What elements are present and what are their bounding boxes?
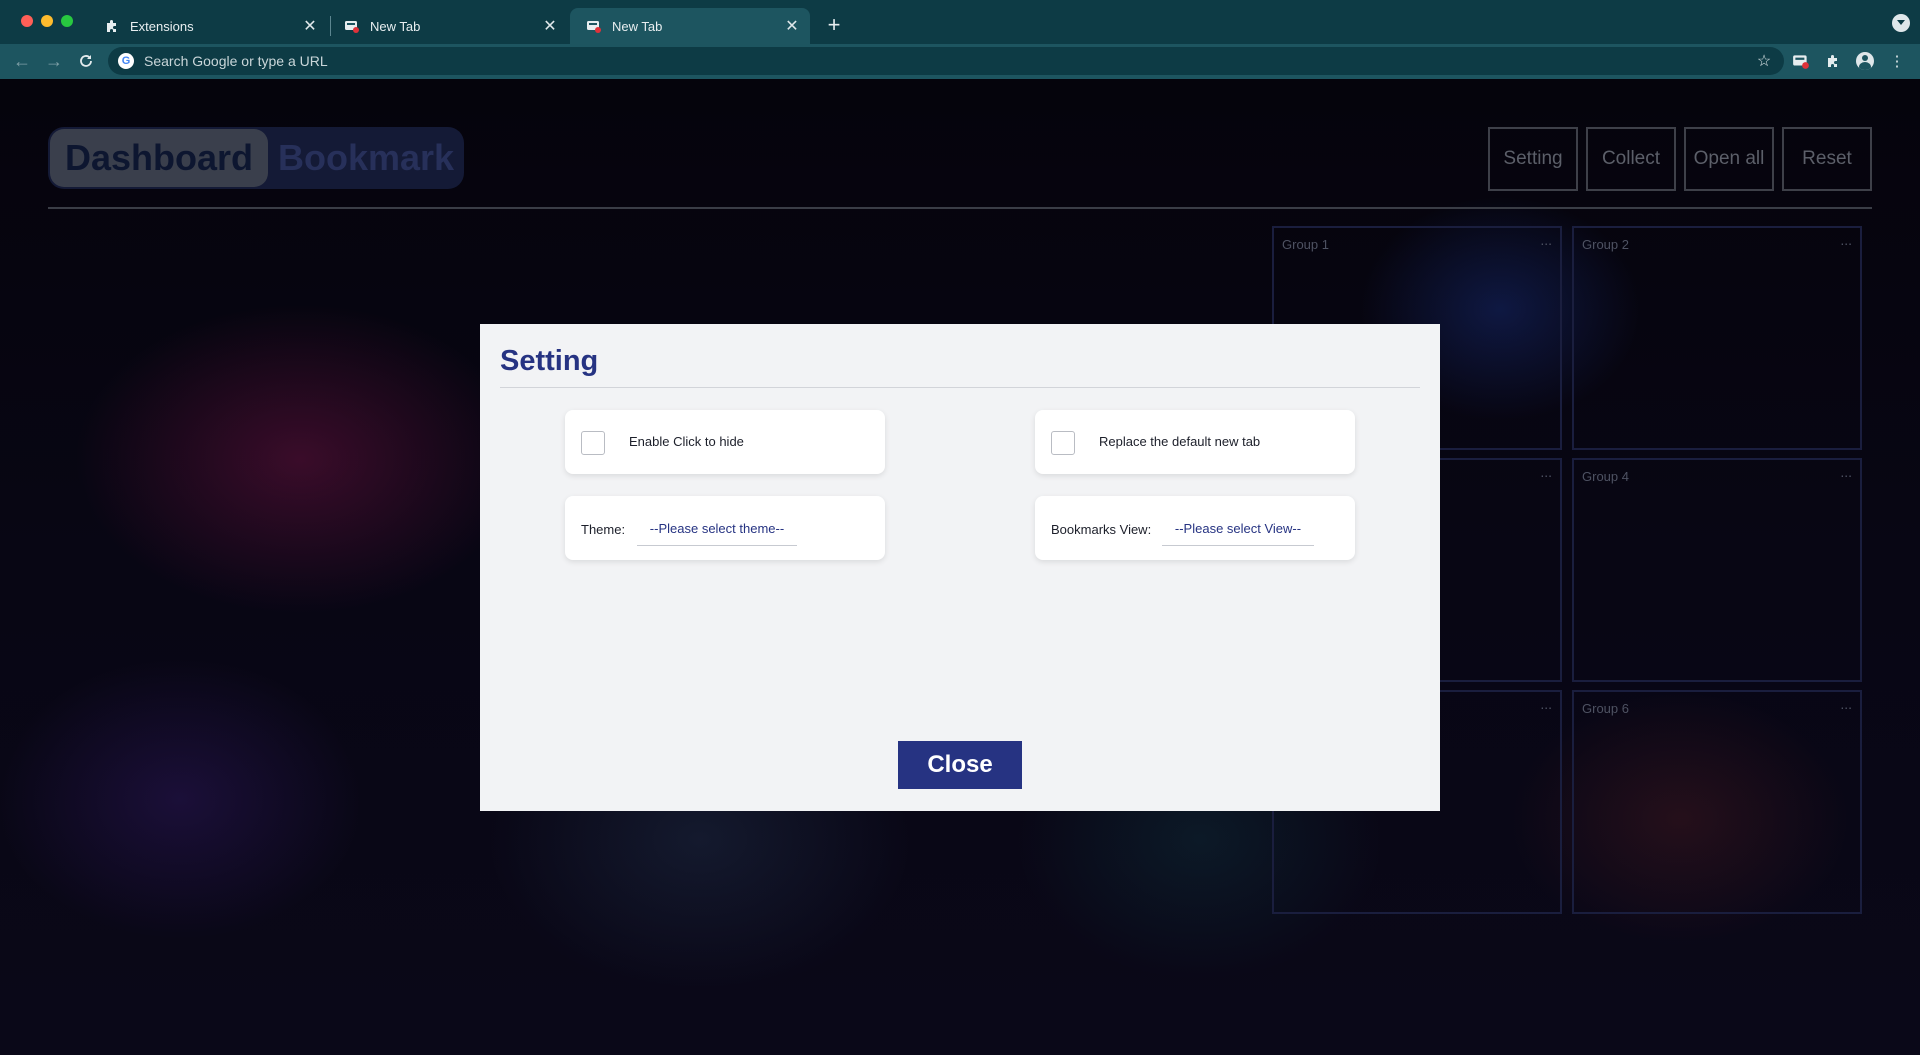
puzzle-icon xyxy=(104,18,120,34)
tab-new-tab[interactable]: New Tab ✕ xyxy=(328,8,568,44)
browser-toolbar: ← → G ☆ ⋮ xyxy=(0,44,1920,79)
address-bar[interactable]: G ☆ xyxy=(108,47,1784,75)
group-more-icon[interactable]: ... xyxy=(1840,232,1852,248)
star-icon[interactable]: ☆ xyxy=(1752,49,1776,73)
dashboard-tab[interactable]: Dashboard xyxy=(50,129,268,187)
group-title: Group 6 xyxy=(1582,701,1629,716)
tab-close-icon[interactable]: ✕ xyxy=(540,16,560,36)
tab-close-icon[interactable]: ✕ xyxy=(300,16,320,36)
menu-icon[interactable]: ⋮ xyxy=(1887,51,1907,71)
group-more-icon[interactable]: ... xyxy=(1540,232,1552,248)
new-tab-button[interactable]: + xyxy=(820,12,848,40)
collect-button[interactable]: Collect xyxy=(1586,127,1676,191)
reset-button[interactable]: Reset xyxy=(1782,127,1872,191)
extension-icon[interactable] xyxy=(1791,51,1811,71)
extension-favicon-icon xyxy=(344,18,360,34)
tab-title: Extensions xyxy=(130,18,194,34)
group-more-icon[interactable]: ... xyxy=(1540,464,1552,480)
reload-icon[interactable] xyxy=(72,47,100,75)
profile-icon[interactable] xyxy=(1855,51,1875,71)
group-card[interactable]: Group 4 ... xyxy=(1572,458,1862,682)
replace-new-tab-card: Replace the default new tab xyxy=(1035,410,1355,474)
back-icon[interactable]: ← xyxy=(8,47,36,75)
theme-label: Theme: xyxy=(581,522,626,537)
theme-card: Theme: --Please select theme-- xyxy=(565,496,885,560)
modal-title: Setting xyxy=(500,345,599,377)
tab-title: New Tab xyxy=(612,18,663,34)
puzzle-icon[interactable] xyxy=(1823,51,1843,71)
setting-modal: Setting Enable Click to hide Replace the… xyxy=(480,324,1440,811)
address-input[interactable] xyxy=(144,53,1752,69)
close-button[interactable]: Close xyxy=(898,741,1022,789)
browser-title-bar: Extensions ✕ New Tab ✕ New Tab ✕ + xyxy=(0,0,1920,44)
header-divider xyxy=(48,207,1872,209)
close-window-button[interactable] xyxy=(21,15,33,27)
modal-divider xyxy=(500,387,1420,388)
forward-icon[interactable]: → xyxy=(40,47,68,75)
group-card[interactable]: Group 2 ... xyxy=(1572,226,1862,450)
maximize-window-button[interactable] xyxy=(61,15,73,27)
replace-new-tab-checkbox[interactable] xyxy=(1051,431,1075,455)
group-more-icon[interactable]: ... xyxy=(1840,464,1852,480)
avatar xyxy=(1856,52,1874,70)
bookmarks-view-select[interactable]: --Please select View-- xyxy=(1162,512,1314,546)
group-card[interactable]: Group 6 ... xyxy=(1572,690,1862,914)
minimize-window-button[interactable] xyxy=(41,15,53,27)
extension-favicon-icon xyxy=(586,18,602,34)
replace-new-tab-label: Replace the default new tab xyxy=(1099,434,1261,449)
tab-extensions[interactable]: Extensions ✕ xyxy=(88,8,328,44)
group-title: Group 2 xyxy=(1582,237,1629,252)
tab-title: New Tab xyxy=(370,18,421,34)
group-title: Group 1 xyxy=(1282,237,1329,252)
group-title: Group 4 xyxy=(1582,469,1629,484)
bookmarks-view-select-value: --Please select View-- xyxy=(1174,521,1302,536)
enable-click-to-hide-checkbox[interactable] xyxy=(581,431,605,455)
tab-search-icon[interactable] xyxy=(1892,14,1910,32)
bookmarks-view-card: Bookmarks View: --Please select View-- xyxy=(1035,496,1355,560)
group-more-icon[interactable]: ... xyxy=(1540,696,1552,712)
bookmarks-view-label: Bookmarks View: xyxy=(1051,522,1152,537)
open-all-button[interactable]: Open all xyxy=(1684,127,1774,191)
tab-close-icon[interactable]: ✕ xyxy=(782,16,802,36)
view-switcher: Dashboard Bookmark xyxy=(48,127,464,189)
setting-button[interactable]: Setting xyxy=(1488,127,1578,191)
bookmark-tab[interactable]: Bookmark xyxy=(270,129,462,187)
theme-select-value: --Please select theme-- xyxy=(649,521,785,536)
theme-select[interactable]: --Please select theme-- xyxy=(637,512,797,546)
enable-click-to-hide-label: Enable Click to hide xyxy=(629,434,744,449)
group-more-icon[interactable]: ... xyxy=(1840,696,1852,712)
tab-new-tab-active[interactable]: New Tab ✕ xyxy=(570,8,810,44)
enable-click-to-hide-card: Enable Click to hide xyxy=(565,410,885,474)
google-icon: G xyxy=(118,53,134,69)
